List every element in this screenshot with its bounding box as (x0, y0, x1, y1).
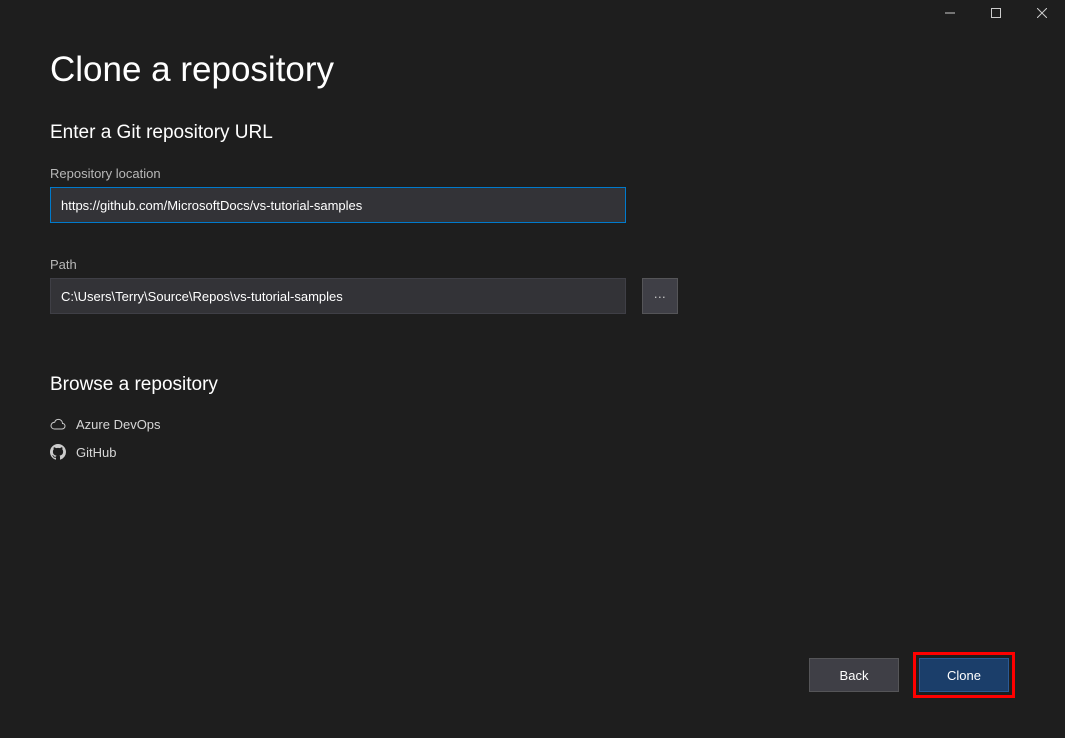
provider-label: Azure DevOps (76, 417, 161, 432)
repo-location-label: Repository location (50, 166, 1015, 181)
back-button[interactable]: Back (809, 658, 899, 692)
browse-path-button[interactable]: ... (642, 278, 678, 314)
main-content: Clone a repository Enter a Git repositor… (0, 30, 1065, 466)
repo-location-input[interactable] (50, 187, 626, 223)
path-label: Path (50, 257, 1015, 272)
section-heading: Enter a Git repository URL (50, 122, 1015, 144)
provider-github[interactable]: GitHub (50, 438, 1015, 466)
provider-label: GitHub (76, 445, 116, 460)
clone-highlight: Clone (913, 652, 1015, 698)
page-title: Clone a repository (50, 50, 1015, 90)
repo-location-group: Repository location (50, 166, 1015, 223)
path-group: Path ... (50, 257, 1015, 314)
clone-button[interactable]: Clone (919, 658, 1009, 692)
browse-section: Browse a repository Azure DevOps GitHub (50, 374, 1015, 466)
footer: Back Clone (809, 652, 1015, 698)
cloud-icon (50, 416, 66, 432)
github-icon (50, 444, 66, 460)
window-titlebar (0, 0, 1065, 30)
browse-heading: Browse a repository (50, 374, 1015, 396)
provider-azure-devops[interactable]: Azure DevOps (50, 410, 1015, 438)
maximize-button[interactable] (973, 0, 1019, 26)
minimize-button[interactable] (927, 0, 973, 26)
path-input[interactable] (50, 278, 626, 314)
close-button[interactable] (1019, 0, 1065, 26)
